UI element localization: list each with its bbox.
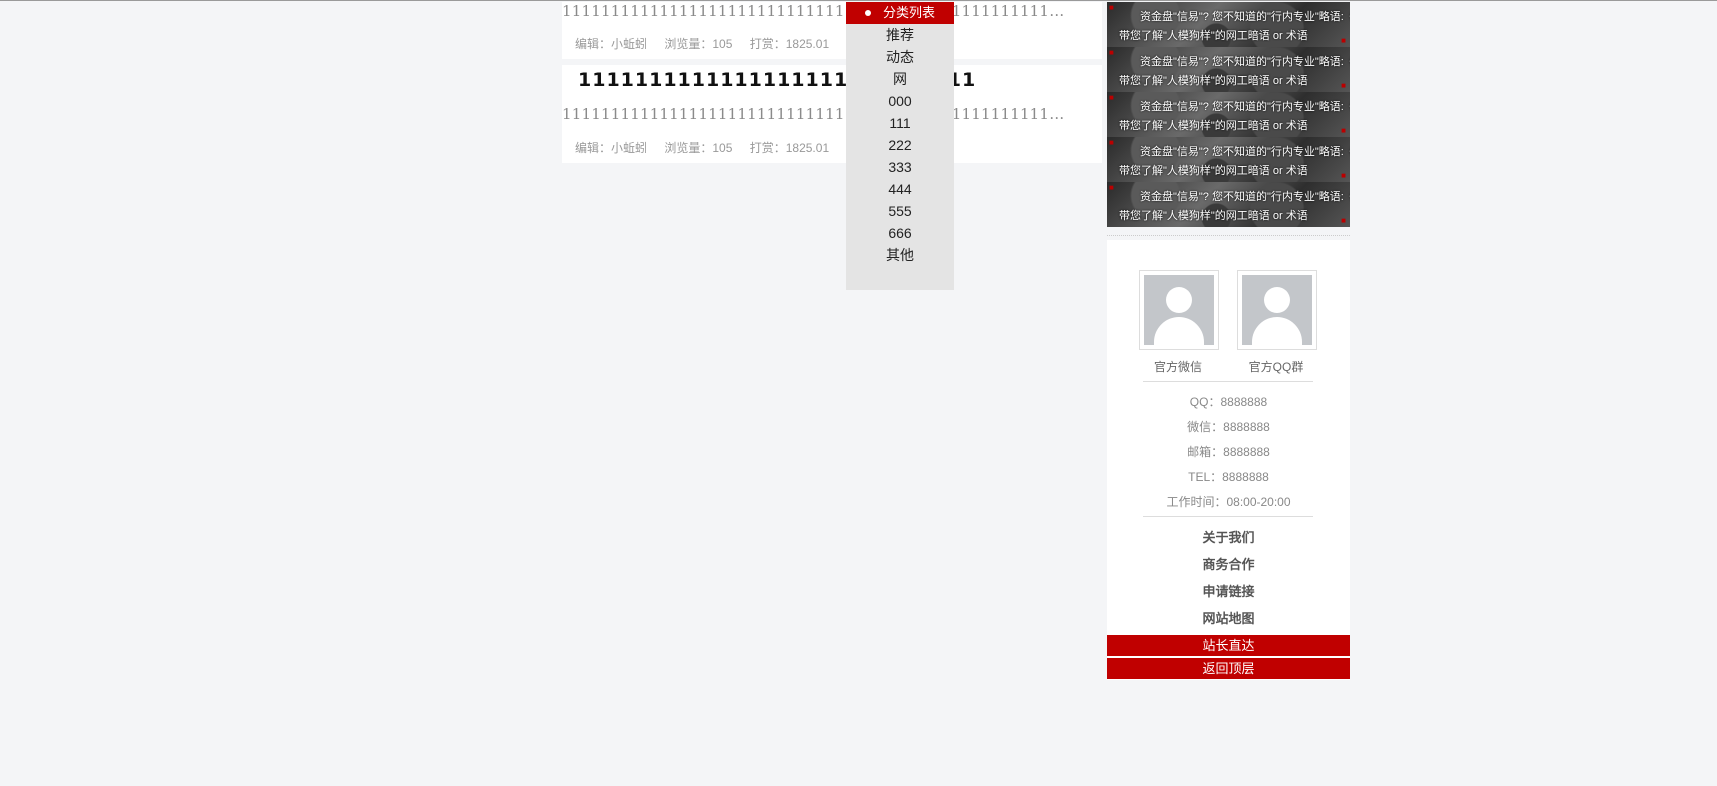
category-item[interactable]: 222 [846,134,954,156]
stamp-mark: ■ [1341,81,1346,90]
article-editor: 编辑：小蚯蚓 [575,141,648,155]
article-summary: 1111111111111111111111111111111111111111… [562,2,1067,20]
category-item[interactable]: 000 [846,90,954,112]
category-item[interactable]: 动态 [846,46,954,68]
stamp-mark: ■ [1109,138,1114,147]
banner-line1: 资金盘"信易"? 您不知道的"行内专业"略语:《圈内术语大全》 [1140,11,1350,23]
banner-ad[interactable]: ■ 资金盘"信易"? 您不知道的"行内专业"略语:《圈内术语大全》 带您了解"人… [1107,47,1350,92]
article-editor: 编辑：小蚯蚓 [575,37,648,51]
stamp-mark: ■ [1109,48,1114,57]
contact-qq: QQ：8888888 [1189,395,1268,409]
banner-ad[interactable]: ■ 资金盘"信易"? 您不知道的"行内专业"略语:《圈内术语大全》 带您了解"人… [1107,2,1350,47]
qq-group-qr-image [1237,270,1317,350]
divider [1143,516,1313,517]
article-card[interactable]: 1111111111111111111111111111111111111111… [562,2,1102,59]
banner-line2: 带您了解"人模狗样"的网工暗语 or 术语 [1119,210,1308,222]
contact-panel: 官方微信 官方QQ群 QQ：8888888 微信：8888888 邮箱：8888… [1107,240,1350,680]
divider [1143,381,1313,382]
section-divider [1107,235,1350,236]
banner-line2: 带您了解"人模狗样"的网工暗语 or 术语 [1119,75,1308,87]
banner-line1: 资金盘"信易"? 您不知道的"行内专业"略语:《圈内术语大全》 [1140,146,1350,158]
article-meta: 编辑：小蚯蚓 浏览量：105 打赏：1825.01 [575,35,843,52]
category-item[interactable]: 333 [846,156,954,178]
link-sitemap[interactable]: 网站地图 [1107,608,1350,627]
stamp-mark: ■ [1341,126,1346,135]
banner-ad[interactable]: ■ 资金盘"信易"? 您不知道的"行内专业"略语:《圈内术语大全》 带您了解"人… [1107,92,1350,137]
stamp-mark: ■ [1341,171,1346,180]
link-about-us[interactable]: 关于我们 [1107,527,1350,546]
article-meta: 编辑：小蚯蚓 浏览量：105 打赏：1825.01 [575,139,843,156]
category-item[interactable]: 666 [846,222,954,244]
banner-line2: 带您了解"人模狗样"的网工暗语 or 术语 [1119,120,1308,132]
article-views: 浏览量：105 [664,141,733,155]
link-business[interactable]: 商务合作 [1107,554,1350,573]
article-reward: 打赏：1825.01 [749,141,830,155]
banner-line1: 资金盘"信易"? 您不知道的"行内专业"略语:《圈内术语大全》 [1140,56,1350,68]
qr-caption-qq: 官方QQ群 [1248,360,1304,374]
sidebar-banner-list: ■ 资金盘"信易"? 您不知道的"行内专业"略语:《圈内术语大全》 带您了解"人… [1107,2,1350,227]
category-menu-title: 分类列表 [882,5,935,20]
wechat-qr-image [1139,270,1219,350]
qr-caption-wechat: 官方微信 [1153,360,1202,374]
article-card[interactable]: 1111111111111111111111111111 11111111111… [562,65,1102,163]
link-apply-link[interactable]: 申请链接 [1107,581,1350,600]
banner-line1: 资金盘"信易"? 您不知道的"行内专业"略语:《圈内术语大全》 [1140,191,1350,203]
banner-line2: 带您了解"人模狗样"的网工暗语 or 术语 [1119,165,1308,177]
article-reward: 打赏：1825.01 [749,37,830,51]
contact-email: 邮箱：8888888 [1187,445,1270,459]
stamp-mark: ■ [1109,3,1114,12]
stamp-mark: ■ [1109,183,1114,192]
category-item[interactable]: 555 [846,200,954,222]
contact-tel: TEL：8888888 [1188,470,1269,484]
category-item[interactable]: 444 [846,178,954,200]
article-summary: 1111111111111111111111111111111111111111… [562,105,1067,123]
banner-ad[interactable]: ■ 资金盘"信易"? 您不知道的"行内专业"略语:《圈内术语大全》 带您了解"人… [1107,182,1350,227]
window-top-border [0,0,1717,1]
stamp-mark: ■ [1341,216,1346,225]
avatar-placeholder-icon [1264,287,1290,313]
stamp-mark: ■ [1341,36,1346,45]
back-to-top-button[interactable]: 返回顶层 [1107,658,1350,679]
banner-ad[interactable]: ■ 资金盘"信易"? 您不知道的"行内专业"略语:《圈内术语大全》 带您了解"人… [1107,137,1350,182]
contact-wechat: 微信：8888888 [1187,420,1270,434]
article-views: 浏览量：105 [664,37,733,51]
contact-hours: 工作时间：08:00-20:00 [1166,495,1291,509]
category-item[interactable]: 111 [846,112,954,134]
webmaster-button[interactable]: 站长直达 [1107,635,1350,656]
bullet-icon [864,9,871,16]
category-menu-header[interactable]: 分类列表 [846,2,954,24]
category-item[interactable]: 网 [846,68,954,90]
stamp-mark: ■ [1109,93,1114,102]
banner-line2: 带您了解"人模狗样"的网工暗语 or 术语 [1119,30,1308,42]
banner-line1: 资金盘"信易"? 您不知道的"行内专业"略语:《圈内术语大全》 [1140,101,1350,113]
avatar-placeholder-icon [1166,287,1192,313]
category-item[interactable]: 其他 [846,244,954,266]
category-menu: 分类列表 推荐 动态 网 000 111 222 333 444 555 666… [846,2,954,290]
category-item[interactable]: 推荐 [846,24,954,46]
